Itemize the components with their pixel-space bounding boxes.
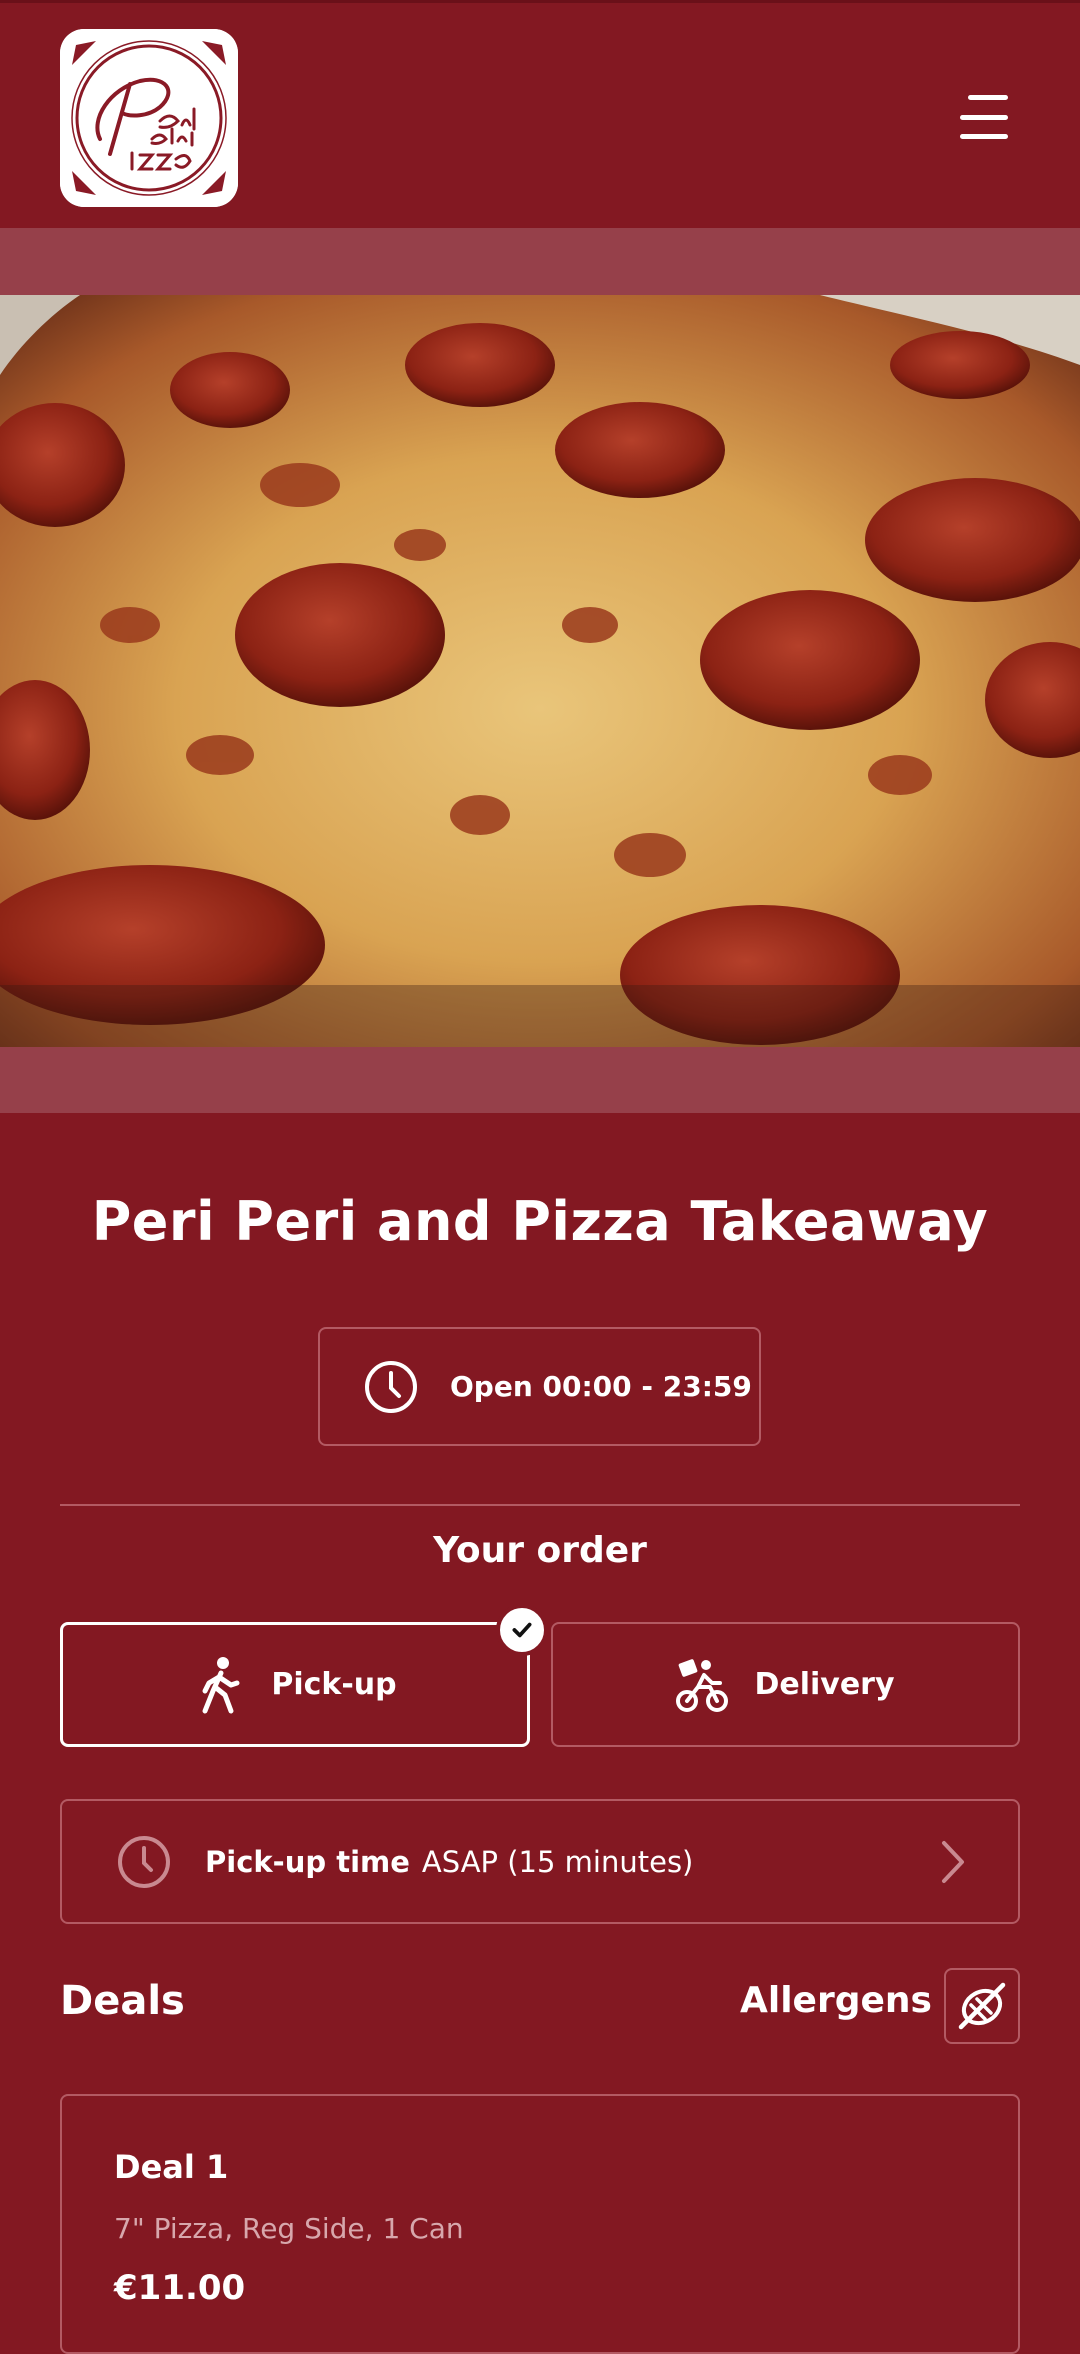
allergens-icon	[958, 1982, 1006, 2030]
pepperoni-pizza-photo	[0, 295, 1080, 1047]
pickup-time-value: ASAP (15 minutes)	[421, 1844, 694, 1879]
menu-item-name: Deal 1	[114, 2148, 229, 2186]
pickup-time-selector[interactable]: Pick-up time ASAP (15 minutes)	[60, 1799, 1020, 1924]
section-divider	[60, 1504, 1020, 1506]
menu-item-card[interactable]: Deal 1 7" Pizza, Reg Side, 1 Can €11.00	[60, 2094, 1020, 2354]
your-order-heading: Your order	[433, 1530, 647, 1571]
opening-hours-badge: Open 00:00 - 23:59	[318, 1327, 761, 1446]
hamburger-menu-icon[interactable]	[950, 95, 1008, 139]
selected-check-icon	[496, 1604, 548, 1656]
deals-section-title: Deals	[60, 1978, 185, 2024]
delivery-label: Delivery	[754, 1667, 895, 1702]
chevron-right-icon	[942, 1841, 964, 1883]
pickup-option-button[interactable]: Pick-up	[60, 1622, 530, 1747]
checkmark-icon	[512, 1622, 532, 1638]
opening-hours-text: Open 00:00 - 23:59	[450, 1370, 752, 1403]
pickup-time-label: Pick-up time	[205, 1844, 410, 1879]
delivery-option-button[interactable]: Delivery	[551, 1622, 1020, 1747]
app-header	[0, 0, 1080, 228]
allergens-label[interactable]: Allergens	[740, 1980, 932, 2021]
menu-line	[960, 134, 1008, 139]
pickup-label: Pick-up	[271, 1667, 397, 1702]
hero-image	[0, 295, 1080, 1047]
menu-line	[968, 95, 1008, 100]
logo-graphic	[60, 29, 238, 207]
restaurant-logo[interactable]	[60, 29, 238, 207]
menu-item-description: 7" Pizza, Reg Side, 1 Can	[114, 2212, 464, 2245]
allergens-button[interactable]	[944, 1968, 1020, 2044]
menu-line	[960, 114, 1008, 120]
clock-icon	[118, 1835, 170, 1888]
clock-icon	[365, 1360, 417, 1413]
menu-item-price: €11.00	[114, 2268, 246, 2308]
walking-person-icon	[202, 1656, 240, 1713]
delivery-bike-icon	[676, 1658, 729, 1712]
restaurant-name: Peri Peri and Pizza Takeaway	[91, 1190, 989, 1253]
